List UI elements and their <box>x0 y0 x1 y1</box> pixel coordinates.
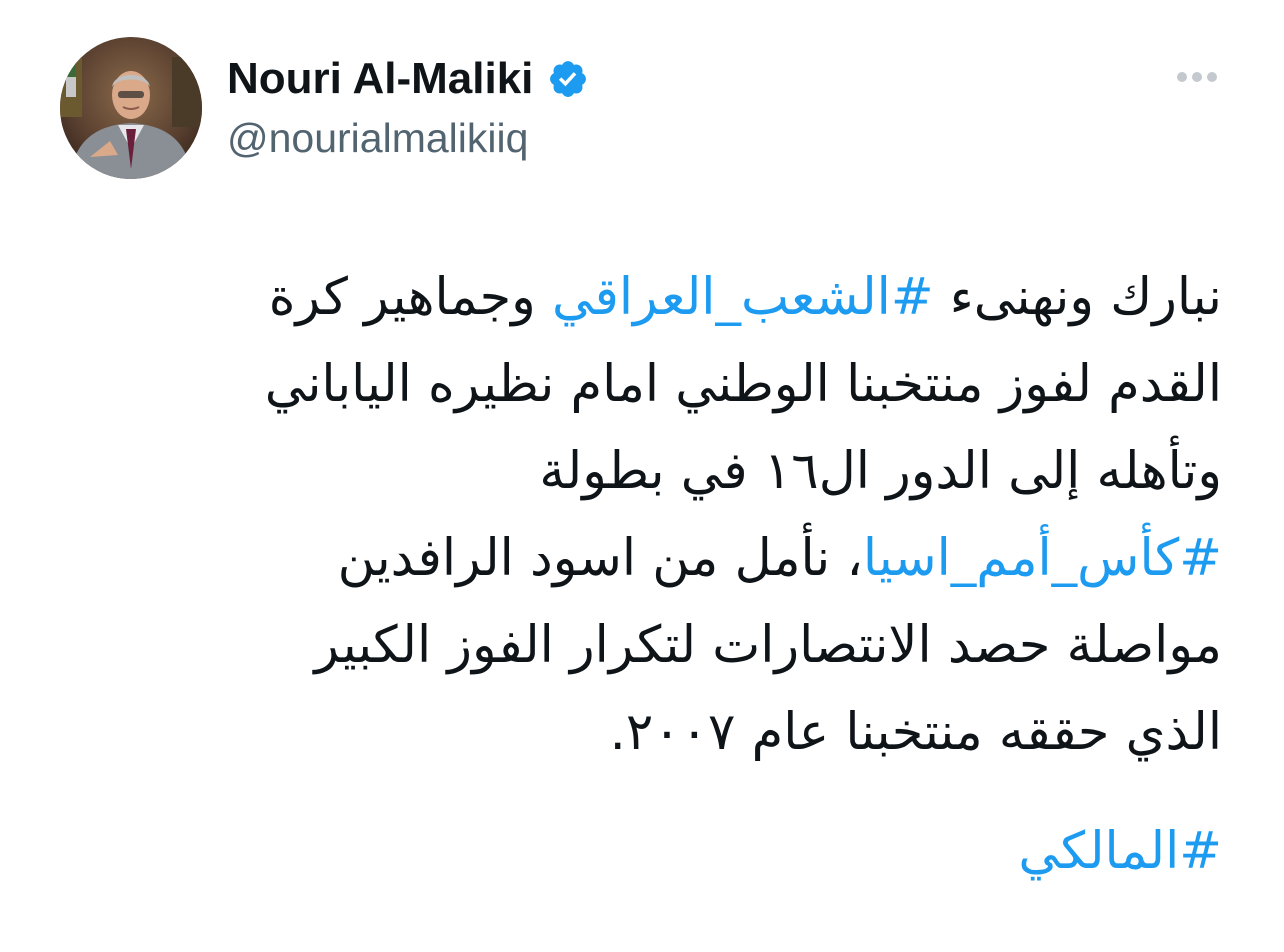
avatar[interactable] <box>60 37 202 179</box>
hashtag-link[interactable]: #المالكي <box>1018 822 1222 881</box>
tweet-line-5: مواصلة حصد الانتصارات لتكرار الفوز الكبي… <box>314 616 1222 675</box>
author-handle[interactable]: @nourialmalikiiq <box>227 115 528 162</box>
tweet-line-6: الذي حققه منتخبنا عام ٢٠٠٧. <box>609 703 1222 762</box>
tweet-line-2: القدم لفوز منتخبنا الوطني امام نظيره الي… <box>264 355 1222 414</box>
author-name-row: Nouri Al-Maliki <box>227 52 589 106</box>
tweet-card: Nouri Al-Maliki @nourialmalikiiq نبارك و… <box>0 0 1284 952</box>
tweet-line-4: #كأس_أمم_اسيا، نأمل من اسود الرافدين <box>132 515 1222 602</box>
tweet-body: نبارك ونهنىء #الشعب_العراقي وجماهير كرة … <box>132 254 1222 776</box>
display-name[interactable]: Nouri Al-Maliki <box>227 54 533 104</box>
hashtag-link[interactable]: #الشعب_العراقي <box>552 268 934 327</box>
profile-photo <box>60 37 202 179</box>
tweet-line-1: نبارك ونهنىء #الشعب_العراقي وجماهير كرة <box>132 254 1222 341</box>
tweet-text-segment: نبارك ونهنىء <box>933 268 1222 327</box>
more-horizontal-icon[interactable] <box>1172 58 1222 96</box>
hashtag-link[interactable]: #كأس_أمم_اسيا <box>863 529 1222 588</box>
bottom-hashtag-line: #المالكي <box>1018 808 1222 895</box>
tweet-text-segment: ، نأمل من اسود الرافدين <box>337 529 863 588</box>
verified-badge-icon <box>547 58 589 100</box>
tweet-line-3: وتأهله إلى الدور ال١٦ في بطولة <box>539 442 1222 501</box>
tweet-text-segment: وجماهير كرة <box>268 268 552 327</box>
